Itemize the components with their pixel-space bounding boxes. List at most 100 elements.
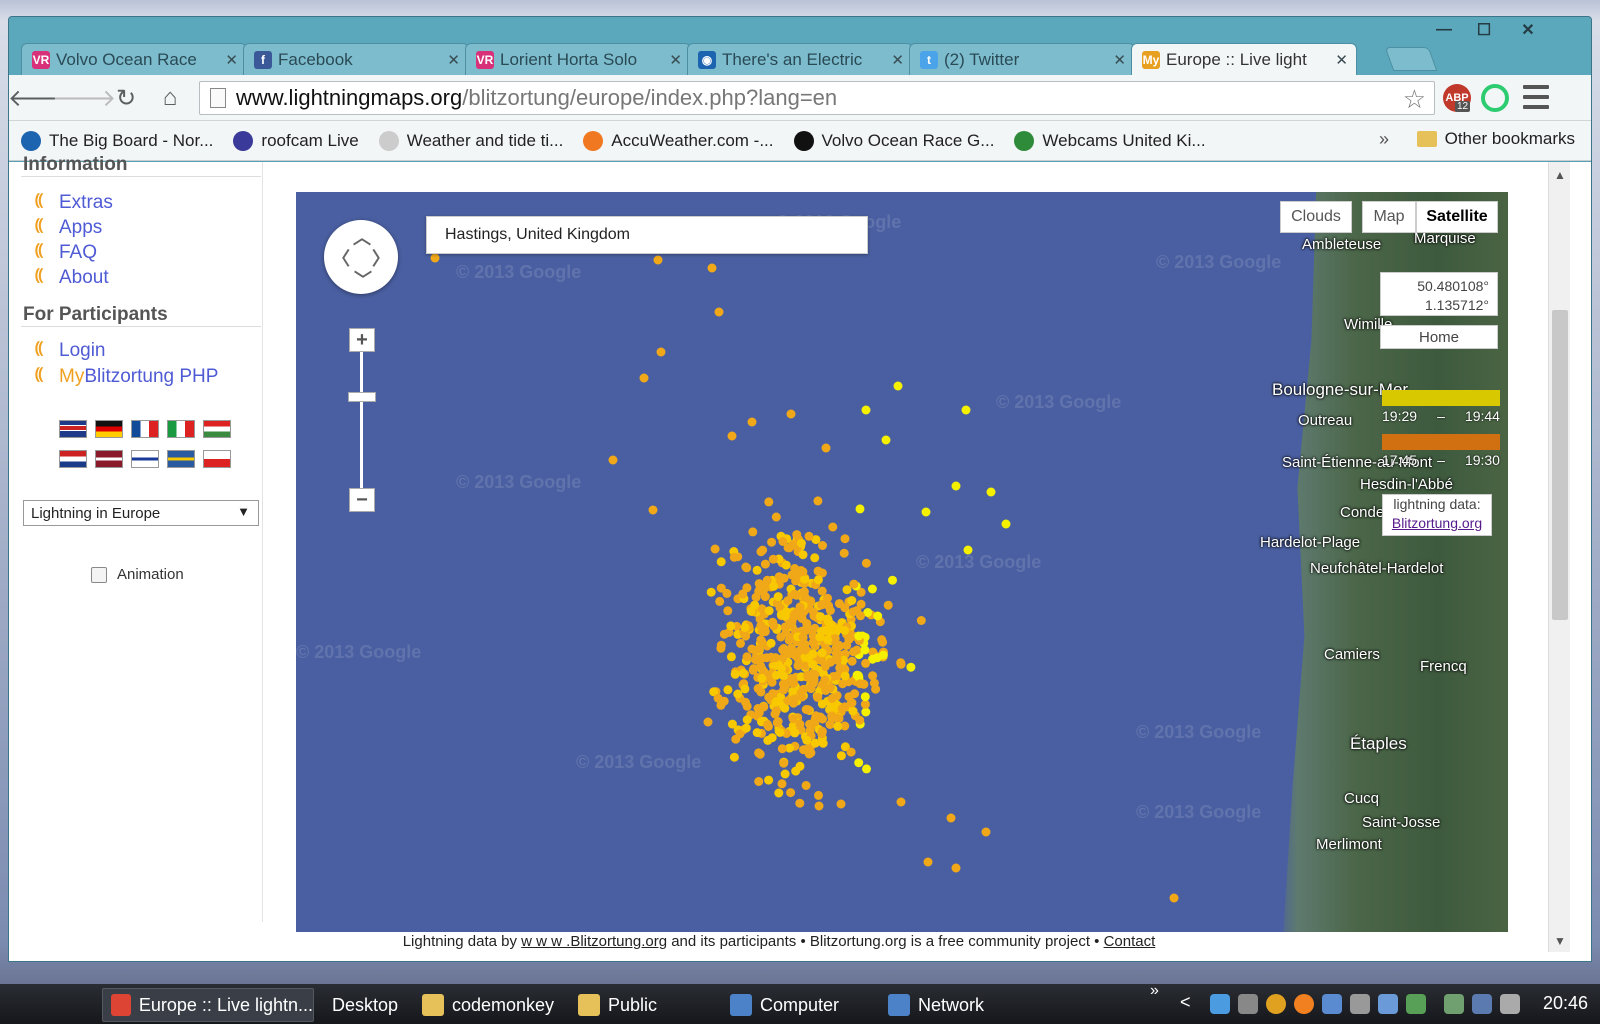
close-tab-icon[interactable]: ✕: [447, 51, 460, 69]
flag-latvian-icon[interactable]: [95, 450, 123, 468]
bookmark-item[interactable]: Webcams United Ki...: [1014, 130, 1206, 151]
zoom-in-button[interactable]: +: [349, 328, 375, 352]
warning-icon[interactable]: [1266, 994, 1286, 1014]
volume-icon[interactable]: [1500, 994, 1520, 1014]
menu-icon[interactable]: [1523, 85, 1549, 109]
network-tray-icon[interactable]: [1378, 994, 1398, 1014]
device-tray-icon[interactable]: [1350, 994, 1370, 1014]
lightning-strike: [846, 747, 856, 757]
scroll-up-icon[interactable]: ▲: [1554, 168, 1566, 182]
pan-control[interactable]: ︿ ﹀ 〈 〉: [324, 220, 398, 294]
security-tray-icon[interactable]: [1444, 994, 1464, 1014]
tray-expand-icon[interactable]: <: [1180, 992, 1191, 1013]
region-select[interactable]: Lightning in Europe ▼: [23, 500, 259, 526]
monitor-tray-icon[interactable]: [1322, 994, 1342, 1014]
flag-polish-icon[interactable]: [203, 450, 231, 468]
tab[interactable]: t (2) Twitter ✕: [909, 43, 1135, 75]
vertical-scrollbar[interactable]: ▲ ▼: [1548, 162, 1570, 952]
blitzortung-link[interactable]: Blitzortung.org: [1392, 515, 1482, 531]
animation-checkbox[interactable]: [91, 567, 107, 583]
zoom-out-button[interactable]: −: [349, 488, 375, 512]
zoom-slider-handle[interactable]: [348, 392, 376, 402]
bookmarks-overflow-button[interactable]: »: [1379, 129, 1389, 150]
sidebar-link-about[interactable]: About: [59, 267, 109, 289]
bookmark-item[interactable]: Volvo Ocean Race G...: [793, 130, 994, 151]
zoom-slider-track[interactable]: [360, 340, 363, 510]
lightning-strike: [727, 431, 737, 441]
home-button[interactable]: Home: [1380, 325, 1498, 349]
flag-english-icon[interactable]: [59, 420, 87, 438]
taskbar-item[interactable]: Desktop: [324, 988, 414, 1022]
bookmark-item[interactable]: Weather and tide ti...: [378, 130, 563, 151]
app-tray-icon[interactable]: [1294, 994, 1314, 1014]
new-tab-button[interactable]: [1384, 47, 1438, 71]
reload-button[interactable]: ↻: [111, 83, 141, 113]
my-blitzortung-link[interactable]: MyBlitzortung PHP: [59, 366, 218, 388]
forward-button[interactable]: 🡒: [52, 83, 116, 113]
taskbar-item[interactable]: Europe :: Live lightn...: [102, 988, 314, 1022]
login-link[interactable]: Login: [59, 340, 106, 362]
bookmark-star-icon[interactable]: ☆: [1403, 84, 1426, 115]
taskbar-item[interactable]: Network: [880, 988, 1000, 1022]
map-type-map[interactable]: Map: [1362, 201, 1416, 233]
flag-swedish-icon[interactable]: [167, 450, 195, 468]
flag-german-icon[interactable]: [95, 420, 123, 438]
sync-tray-icon[interactable]: [1406, 994, 1426, 1014]
home-icon[interactable]: ⌂: [155, 83, 185, 113]
lightning-strike: [813, 496, 823, 506]
flag-italian-icon[interactable]: [167, 420, 195, 438]
contact-link[interactable]: Contact: [1104, 933, 1156, 950]
map-type-clouds[interactable]: Clouds: [1280, 201, 1352, 233]
divider: [21, 326, 261, 327]
bookmark-item[interactable]: The Big Board - Nor...: [21, 130, 213, 151]
extension-icon[interactable]: [1481, 84, 1509, 112]
taskbar-overflow[interactable]: »: [1150, 982, 1159, 1000]
maximize-button[interactable]: ☐: [1465, 19, 1503, 41]
footer-blitzortung-link[interactable]: w w w .Blitzortung.org: [521, 933, 667, 950]
dropbox-icon[interactable]: [1210, 994, 1230, 1014]
tab[interactable]: VR Volvo Ocean Race ✕: [21, 43, 247, 75]
close-window-button[interactable]: ✕: [1509, 19, 1547, 41]
pan-down-icon[interactable]: ﹀: [354, 266, 372, 292]
location-search-input[interactable]: Hastings, United Kingdom: [426, 216, 868, 254]
taskbar-item[interactable]: Public: [570, 988, 690, 1022]
bookmark-item[interactable]: roofcam Live: [233, 130, 359, 151]
wifi-icon[interactable]: [1472, 994, 1492, 1014]
flag-french-icon[interactable]: [131, 420, 159, 438]
scroll-down-icon[interactable]: ▼: [1554, 934, 1566, 948]
tab[interactable]: VR Lorient Horta Solo ✕: [465, 43, 691, 75]
map-town-label: Hardelot-Plage: [1260, 534, 1361, 551]
pan-up-icon[interactable]: ︿: [353, 224, 371, 250]
bookmark-label: Webcams United Ki...: [1042, 130, 1206, 150]
close-tab-icon[interactable]: ✕: [669, 51, 682, 69]
lightning-strike: [778, 679, 788, 689]
close-tab-icon[interactable]: ✕: [1335, 51, 1348, 69]
notification-icon[interactable]: [1238, 994, 1258, 1014]
lightning-strike: [951, 481, 961, 491]
address-bar[interactable]: www.lightningmaps.org/blitzortung/europe…: [199, 81, 1435, 115]
flag-finnish-icon[interactable]: [131, 450, 159, 468]
lightning-map[interactable]: © 2013 Google© 2013 Google© 2013 Google©…: [296, 192, 1508, 932]
scrollbar-thumb[interactable]: [1552, 310, 1568, 620]
map-type-satellite[interactable]: Satellite: [1416, 201, 1498, 233]
flag-hungarian-icon[interactable]: [203, 420, 231, 438]
sidebar-link-apps[interactable]: Apps: [59, 217, 102, 239]
tab[interactable]: ◉ There's an Electric ✕: [687, 43, 913, 75]
pan-right-icon[interactable]: 〉: [372, 245, 390, 271]
other-bookmarks[interactable]: Other bookmarks: [1416, 129, 1575, 149]
tab[interactable]: My Europe :: Live light ✕: [1131, 43, 1357, 75]
taskbar-item[interactable]: Computer: [722, 988, 864, 1022]
minimize-button[interactable]: —: [1425, 19, 1463, 41]
pan-left-icon[interactable]: 〈: [332, 245, 350, 271]
back-button[interactable]: 🡐: [9, 83, 72, 113]
close-tab-icon[interactable]: ✕: [1113, 51, 1126, 69]
bookmark-item[interactable]: AccuWeather.com -...: [583, 130, 774, 151]
flag-dutch-icon[interactable]: [59, 450, 87, 468]
taskbar-item[interactable]: codemonkey: [414, 988, 562, 1022]
tab[interactable]: f Facebook ✕: [243, 43, 469, 75]
close-tab-icon[interactable]: ✕: [225, 51, 238, 69]
sidebar-link-extras[interactable]: Extras: [59, 192, 113, 214]
sidebar-link-faq[interactable]: FAQ: [59, 242, 97, 264]
legend-from: 19:29: [1382, 408, 1418, 424]
close-tab-icon[interactable]: ✕: [891, 51, 904, 69]
